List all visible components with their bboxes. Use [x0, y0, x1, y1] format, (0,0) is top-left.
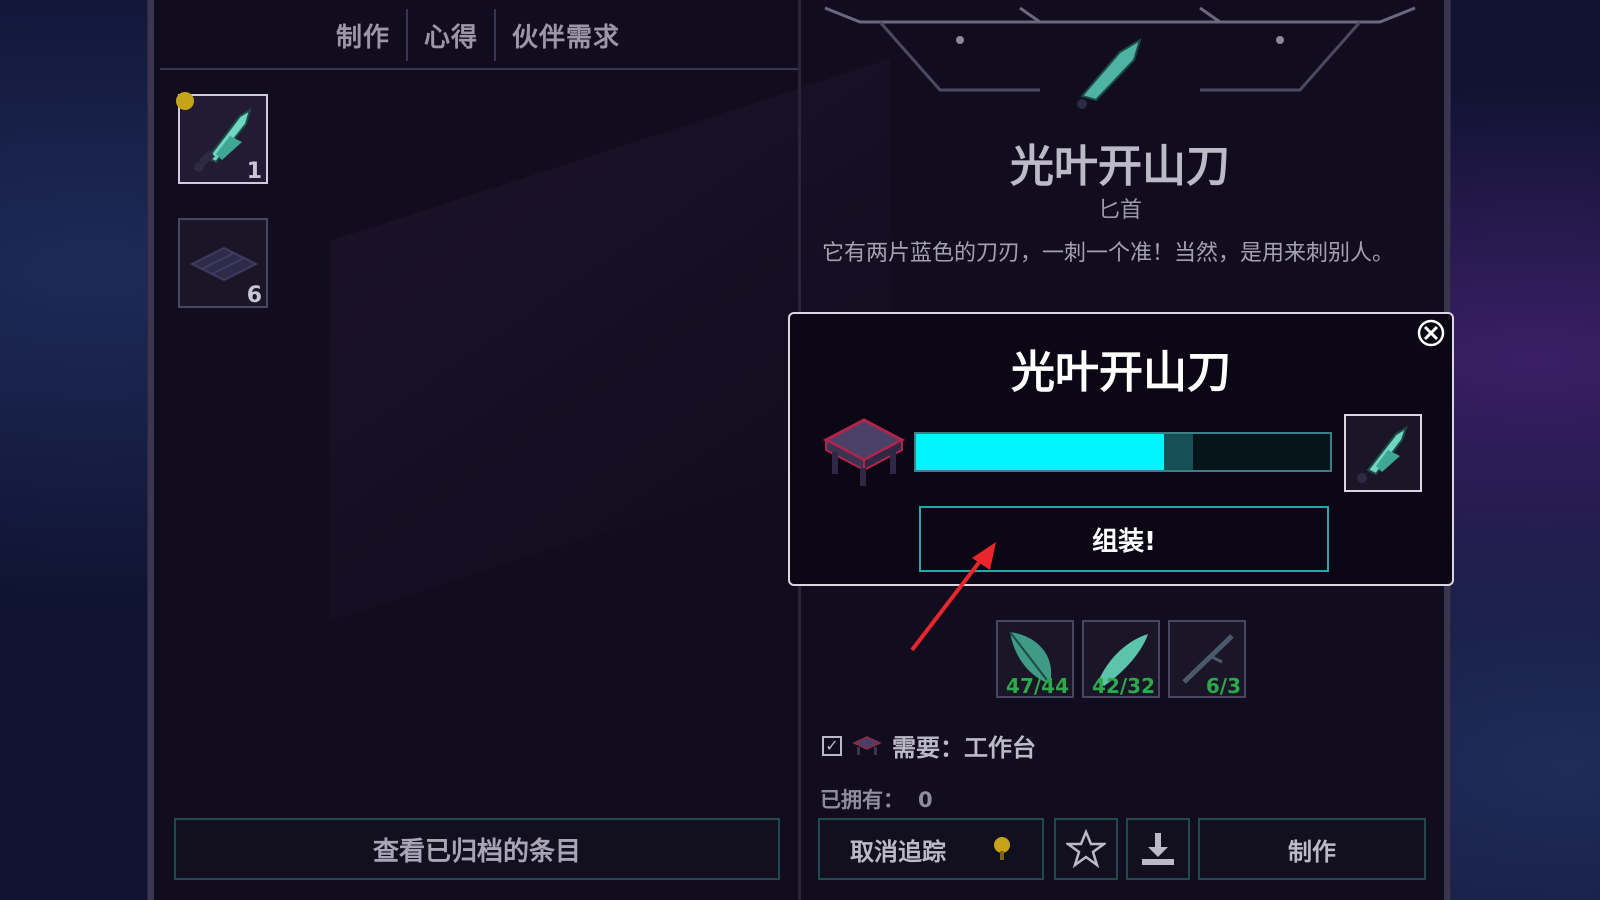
frame-left-edge	[148, 0, 154, 900]
requirement-row: ✓ 需要：工作台	[822, 728, 1036, 763]
result-slot	[1344, 414, 1422, 492]
slot-count: 1	[246, 159, 262, 184]
material-count: 47/44	[1006, 674, 1069, 698]
material-slot[interactable]: 47/44	[996, 620, 1074, 698]
workbench-icon	[852, 735, 882, 755]
material-count: 6/3	[1205, 674, 1241, 698]
item-description: 它有两片蓝色的刀刃，一刺一个准！当然，是用来刺别人。	[822, 241, 1395, 266]
owned-count: 已拥有： 0	[820, 784, 933, 814]
material-slot[interactable]: 6/3	[1168, 620, 1246, 698]
recipe-slot-wood[interactable]: 6	[178, 218, 268, 308]
materials-list: 47/44 42/32 6/3	[996, 620, 1246, 698]
recipe-slot-sword[interactable]: 1	[176, 92, 268, 184]
view-archived-button[interactable]: 查看已归档的条目	[174, 818, 780, 880]
assemble-button[interactable]: 组装!	[919, 506, 1329, 572]
material-count: 42/32	[1092, 674, 1155, 698]
progress-fill	[916, 434, 1165, 470]
untrack-button[interactable]: 取消追踪	[818, 818, 1044, 880]
item-type: 匕首	[1097, 198, 1142, 223]
tab-craft[interactable]: 制作	[320, 17, 406, 54]
owned-label: 已拥有：	[820, 788, 904, 812]
tab-bar: 制作 心得 伙伴需求	[320, 9, 636, 61]
close-icon[interactable]	[1416, 318, 1446, 348]
pin-icon	[994, 837, 1010, 860]
tabs-underline	[160, 68, 798, 70]
download-icon	[1142, 833, 1174, 865]
workbench-icon	[822, 418, 906, 486]
tracked-pin-icon	[176, 92, 194, 110]
item-name: 光叶开山刀	[1010, 141, 1230, 192]
popup-title: 光叶开山刀	[1011, 347, 1231, 398]
tab-companion-needs[interactable]: 伙伴需求	[496, 17, 636, 54]
untrack-label: 取消追踪	[850, 837, 946, 866]
slot-count: 6	[246, 283, 262, 308]
assemble-progress-bar	[914, 432, 1332, 472]
owned-value: 0	[918, 788, 933, 812]
requirement-label: 需要：工作台	[892, 734, 1036, 762]
sword-icon	[1357, 425, 1408, 483]
craft-button[interactable]: 制作	[1198, 818, 1426, 880]
requirement-checkbox[interactable]: ✓	[822, 735, 842, 756]
material-slot[interactable]: 42/32	[1082, 620, 1160, 698]
star-icon	[1066, 829, 1106, 869]
assemble-popup: 光叶开山刀 组装!	[788, 312, 1454, 586]
download-button[interactable]	[1126, 818, 1190, 880]
tab-insights[interactable]: 心得	[408, 17, 494, 54]
favorite-button[interactable]	[1054, 818, 1118, 880]
header-ornament	[824, 6, 1416, 109]
